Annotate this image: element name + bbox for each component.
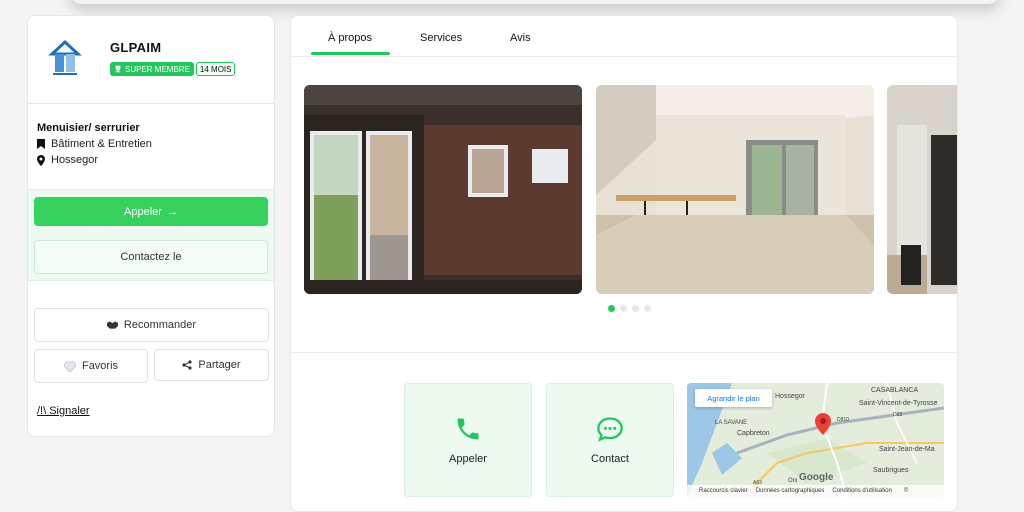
favorites-label: Favoris xyxy=(81,360,119,372)
tab-bar: À propos Services Avis xyxy=(291,16,957,57)
share-button[interactable]: Partager xyxy=(154,349,269,381)
contact-card[interactable]: Contact xyxy=(546,383,674,497)
gallery-dot-3[interactable] xyxy=(632,305,639,312)
copyright-icon: © xyxy=(903,488,909,494)
map-label-la-savane: LA SAVANE xyxy=(715,420,748,426)
map-footer: Raccourcis clavier Données cartographiqu… xyxy=(687,485,944,497)
map-label-saubrigues: Saubrigues xyxy=(873,467,909,474)
gallery-photo-1[interactable] xyxy=(304,85,582,294)
contact-card-label: Contact xyxy=(591,453,629,465)
gallery-dot-4[interactable] xyxy=(644,305,651,312)
super-member-label: SUPER MEMBRE xyxy=(125,64,190,74)
map-data-link[interactable]: Données cartographiques xyxy=(756,488,825,494)
company-logo xyxy=(48,39,82,75)
google-logo: Google xyxy=(799,472,834,483)
tab-services[interactable]: Services xyxy=(420,32,462,44)
gallery-dot-2[interactable] xyxy=(620,305,627,312)
cta-zone: Appeler → Contactez le xyxy=(28,189,274,281)
badges: SUPER MEMBRE 14 MOIS xyxy=(110,62,236,76)
location-row: Hossegor xyxy=(37,154,274,166)
company-name: GLPAIM xyxy=(110,40,162,55)
top-navigation-bar xyxy=(70,0,1000,4)
enlarge-map-button[interactable]: Agrandir le plan xyxy=(695,389,772,407)
divider xyxy=(291,352,957,353)
handshake-icon xyxy=(106,321,118,329)
map-label-capbreton: Capbreton xyxy=(737,430,770,437)
map-label-orx: Orx xyxy=(788,478,798,484)
map-label-st-vincent: Saint-Vincent-de-Tyrosse xyxy=(859,400,938,407)
location: Hossegor xyxy=(51,154,99,166)
gallery-pagination xyxy=(608,305,651,312)
chat-bubble-icon xyxy=(597,417,623,442)
map-label-road-d33: D33 xyxy=(893,412,903,418)
gallery-photo-2[interactable] xyxy=(596,85,874,294)
category: Bâtiment & Entretien xyxy=(51,138,152,150)
recommend-label: Recommander xyxy=(123,319,197,331)
map-label-st-jean: Saint-Jean-de-Ma xyxy=(879,446,935,453)
phone-icon xyxy=(457,418,479,440)
tab-about[interactable]: À propos xyxy=(328,32,372,44)
heart-icon xyxy=(63,360,76,372)
main-content-card: À propos Services Avis Appeler Contact A… xyxy=(290,15,958,512)
share-icon xyxy=(182,360,192,370)
call-button-label: Appeler xyxy=(124,205,162,218)
share-label: Partager xyxy=(198,359,241,371)
contact-button[interactable]: Contactez le xyxy=(34,240,268,274)
gallery-dot-1[interactable] xyxy=(608,305,615,312)
call-card-label: Appeler xyxy=(449,453,487,465)
recommend-button[interactable]: Recommander xyxy=(34,308,269,342)
bookmark-icon xyxy=(37,139,45,149)
gallery-photo-3[interactable] xyxy=(887,85,957,294)
profession: Menuisier/ serrurier xyxy=(37,122,140,134)
map-label-casablanca: CASABLANCA xyxy=(871,387,919,394)
map-label-hossegor: Hossegor xyxy=(775,393,805,400)
active-tab-indicator xyxy=(311,52,390,55)
call-button[interactable]: Appeler → xyxy=(34,197,268,226)
location-map[interactable]: Agrandir le plan Hossegor CASABLANCA Sai… xyxy=(687,383,944,497)
membership-duration-badge: 14 MOIS xyxy=(195,62,236,76)
call-card[interactable]: Appeler xyxy=(404,383,532,497)
profile-header: GLPAIM SUPER MEMBRE 14 MOIS xyxy=(28,16,274,104)
category-row: Bâtiment & Entretien xyxy=(37,138,274,150)
trophy-icon xyxy=(115,65,121,73)
arrow-right-icon: → xyxy=(166,205,178,218)
super-member-badge: SUPER MEMBRE xyxy=(110,62,194,76)
location-pin-icon xyxy=(37,154,45,166)
favorites-button[interactable]: Favoris xyxy=(34,349,148,383)
tab-reviews[interactable]: Avis xyxy=(510,32,531,44)
keyboard-shortcuts-link[interactable]: Raccourcis clavier xyxy=(699,488,748,494)
map-label-road-d810: D810 xyxy=(837,417,849,423)
terms-link[interactable]: Conditions d'utilisation xyxy=(832,488,892,494)
profile-info: Menuisier/ serrurier Bâtiment & Entretie… xyxy=(28,104,274,166)
profile-card: GLPAIM SUPER MEMBRE 14 MOIS Menuisier/ s… xyxy=(27,15,275,437)
report-link[interactable]: /!\ Signaler xyxy=(37,405,90,417)
